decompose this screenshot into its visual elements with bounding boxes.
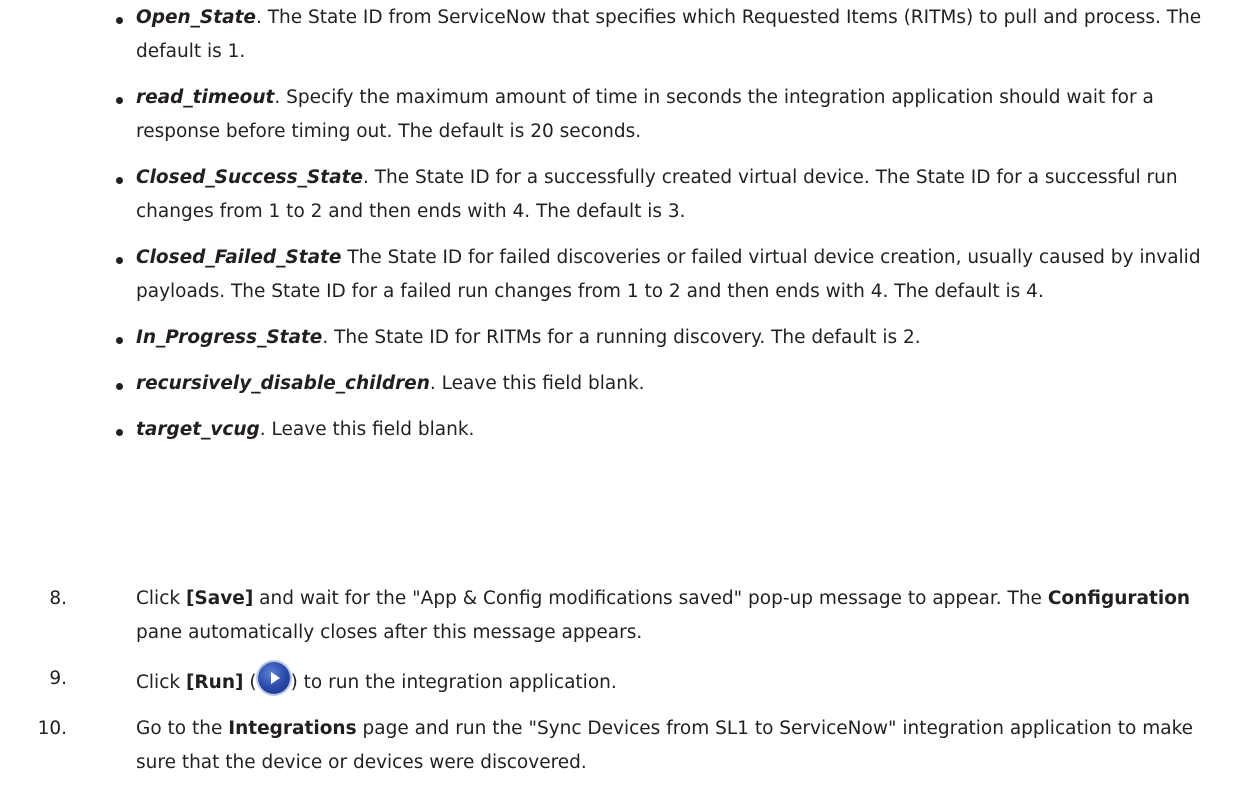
list-item: Closed_Failed_State The State ID for fai…: [116, 241, 1216, 309]
step-number: 9.: [49, 668, 67, 689]
open-paren: (: [243, 672, 257, 693]
step-click-text: Click: [136, 588, 186, 609]
list-item: Open_State. The State ID from ServiceNow…: [116, 1, 1216, 69]
step-text: Click [Run] ( ) to run the integration ap…: [136, 662, 1216, 700]
save-button-reference: [Save]: [185, 588, 254, 609]
step-start-text: Go to the: [136, 718, 229, 739]
parameter-name: read_timeout: [136, 87, 275, 108]
step-click-text: Click: [136, 672, 186, 693]
bullet-icon: [116, 337, 123, 344]
step-end-text: pane automatically closes after this mes…: [136, 622, 643, 643]
bullet-icon: [116, 429, 123, 436]
parameter-list: Open_State. The State ID from ServiceNow…: [116, 1, 1216, 459]
step-number: 10.: [37, 718, 67, 739]
list-item: read_timeout. Specify the maximum amount…: [116, 81, 1216, 149]
step-text: Click [Save] and wait for the "App & Con…: [136, 582, 1216, 650]
bullet-icon: [116, 383, 123, 390]
list-item: Closed_Success_State. The State ID for a…: [116, 161, 1216, 229]
document-page: Open_State. The State ID from ServiceNow…: [0, 0, 1234, 773]
list-item: recursively_disable_children. Leave this…: [116, 367, 1216, 401]
parameter-name: recursively_disable_children: [136, 373, 430, 394]
procedure-steps: 8. Click [Save] and wait for the "App & …: [36, 582, 1216, 792]
parameter-name: Open_State: [136, 7, 256, 28]
step-middle-text: and wait for the "App & Config modificat…: [253, 588, 1048, 609]
step-10: 10. Go to the Integrations page and run …: [36, 712, 1216, 780]
parameter-description: The State ID from ServiceNow that specif…: [136, 7, 1202, 62]
integrations-page-reference: Integrations: [228, 718, 357, 739]
parameter-name: In_Progress_State: [136, 327, 323, 348]
bullet-icon: [116, 17, 123, 24]
list-item: target_vcug. Leave this field blank.: [116, 413, 1216, 447]
bullet-icon: [116, 257, 123, 264]
parameter-description: Leave this field blank.: [265, 419, 475, 440]
run-button-reference: [Run]: [185, 672, 244, 693]
step-text: Go to the Integrations page and run the …: [136, 712, 1216, 780]
step-8: 8. Click [Save] and wait for the "App & …: [36, 582, 1216, 650]
step-end-text: ) to run the integration application.: [290, 672, 617, 693]
step-number: 8.: [49, 588, 67, 609]
configuration-pane-reference: Configuration: [1047, 588, 1191, 609]
parameter-name: Closed_Failed_State: [136, 247, 342, 268]
bullet-icon: [116, 177, 123, 184]
parameter-name: Closed_Success_State: [136, 167, 363, 188]
step-9: 9. Click [Run] ( ) to run the integration…: [36, 662, 1216, 700]
parameter-description: Specify the maximum amount of time in se…: [136, 87, 1154, 142]
parameter-name: target_vcug: [136, 419, 260, 440]
list-item: In_Progress_State. The State ID for RITM…: [116, 321, 1216, 355]
play-circle-icon: [257, 662, 290, 694]
bullet-icon: [116, 97, 123, 104]
parameter-description: Leave this field blank.: [435, 373, 645, 394]
parameter-description: The State ID for RITMs for a running dis…: [328, 327, 921, 348]
